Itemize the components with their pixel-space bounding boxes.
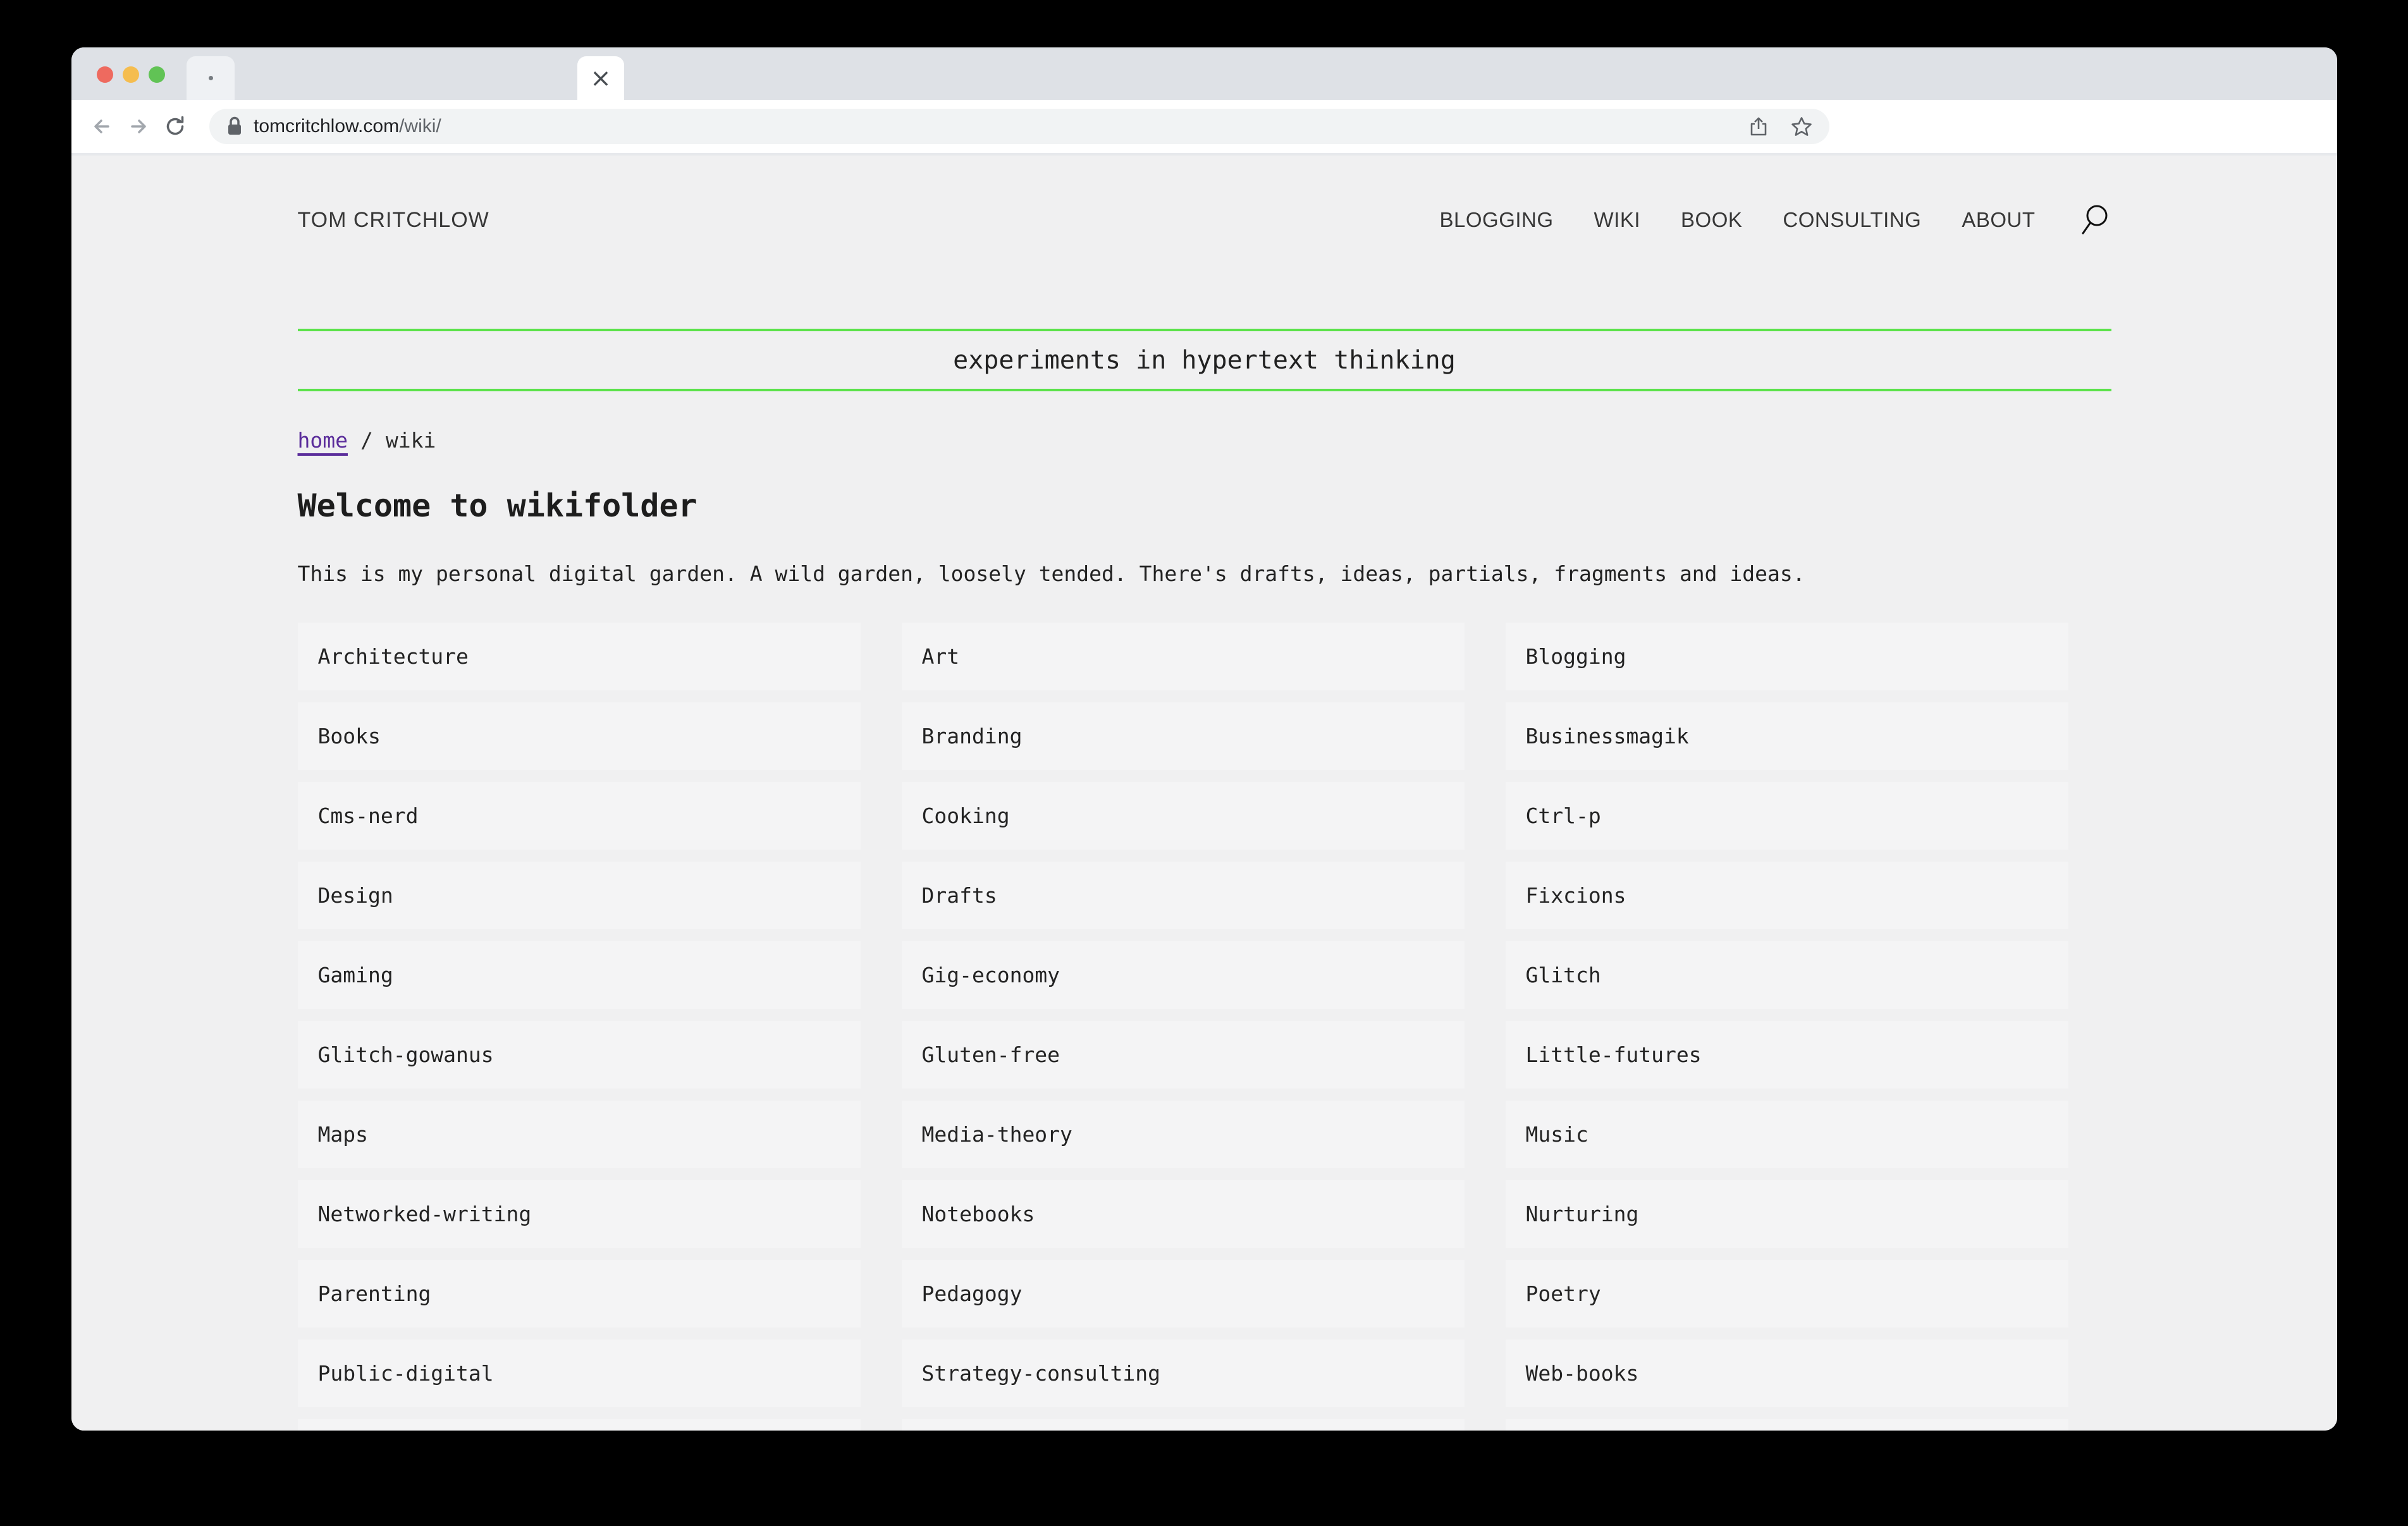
site-tagline-banner: experiments in hypertext thinking: [297, 329, 2111, 391]
nav-link[interactable]: ABOUT: [1962, 208, 2035, 232]
wiki-folder-card[interactable]: Cooking: [901, 782, 1465, 850]
wiki-folder-card[interactable]: Drafts: [901, 862, 1465, 929]
wiki-folder-card[interactable]: Gluten-free: [901, 1021, 1465, 1089]
nav-link[interactable]: CONSULTING: [1783, 208, 1921, 232]
nav-link[interactable]: BOOK: [1681, 208, 1742, 232]
wiki-folder-card[interactable]: Media-theory: [901, 1101, 1465, 1168]
wiki-folder-card[interactable]: Businessmagik: [1505, 702, 2068, 770]
page-title: Welcome to wikifolder: [297, 487, 697, 524]
breadcrumb-separator: /: [360, 428, 373, 453]
breadcrumb: home / wiki: [298, 428, 2111, 453]
wiki-folder-card[interactable]: Glitch-gowanus: [297, 1021, 861, 1089]
wiki-folder-card[interactable]: Gig-economy: [901, 941, 1465, 1009]
wiki-folder-card[interactable]: Design: [297, 862, 861, 929]
wiki-folder-card-partial[interactable]: [901, 1419, 1465, 1431]
url-path: /wiki/: [399, 116, 441, 137]
wiki-folder-card[interactable]: Strategy-consulting: [901, 1340, 1465, 1407]
wiki-folder-grid: Architecture Art Blogging Books Branding Busi…: [297, 623, 2111, 1431]
site-logo[interactable]: TOM CRITCHLOW: [298, 208, 489, 233]
page-viewport: TOM CRITCHLOW BLOGGING WIKI BOOK CONSULTING…: [71, 156, 2337, 1431]
reload-icon[interactable]: [163, 114, 188, 139]
wiki-folder-card-partial[interactable]: [297, 1419, 861, 1431]
breadcrumb-current: wiki: [385, 428, 436, 453]
minimize-window-button[interactable]: [123, 66, 139, 83]
search-button[interactable]: [2076, 202, 2111, 238]
wiki-folder-card[interactable]: Blogging: [1505, 623, 2068, 690]
wiki-folder-card[interactable]: Gaming: [297, 941, 861, 1009]
bookmark-star-icon[interactable]: [1790, 115, 1813, 138]
close-tab-icon[interactable]: ×: [590, 66, 611, 91]
browser-tab-inactive[interactable]: [187, 56, 235, 100]
share-icon[interactable]: [1747, 115, 1770, 138]
wiki-folder-card[interactable]: Fixcions: [1505, 862, 2068, 929]
address-bar[interactable]: tomcritchlow.com/wiki/: [209, 109, 1829, 144]
intro-paragraph: This is my personal digital garden. A wi…: [297, 561, 1805, 586]
wiki-folder-card[interactable]: Nurturing: [1505, 1180, 2068, 1248]
forward-icon[interactable]: [126, 114, 151, 139]
tab-strip: ×: [71, 47, 2337, 100]
browser-tab-active[interactable]: ×: [577, 56, 624, 100]
wiki-folder-card[interactable]: Little-futures: [1505, 1021, 2068, 1089]
url-text: tomcritchlow.com/wiki/: [254, 116, 441, 137]
wiki-folder-card[interactable]: Art: [901, 623, 1465, 690]
favicon-dot-icon: [208, 76, 213, 80]
wiki-folder-card[interactable]: Public-digital: [297, 1340, 861, 1407]
close-window-button[interactable]: [97, 66, 113, 83]
wiki-folder-card[interactable]: Glitch: [1505, 941, 2068, 1009]
search-icon: [2082, 205, 2107, 235]
wiki-folder-card[interactable]: Notebooks: [901, 1180, 1465, 1248]
back-icon[interactable]: [89, 114, 114, 139]
traffic-lights: [97, 66, 165, 83]
nav-link[interactable]: WIKI: [1594, 208, 1641, 232]
browser-toolbar: tomcritchlow.com/wiki/: [71, 100, 2337, 153]
wiki-folder-card[interactable]: Branding: [901, 702, 1465, 770]
wiki-folder-card[interactable]: Web-books: [1505, 1340, 2068, 1407]
wiki-folder-card[interactable]: Cms-nerd: [297, 782, 861, 850]
site-nav: BLOGGING WIKI BOOK CONSULTING ABOUT: [1440, 202, 2111, 238]
wiki-folder-card[interactable]: Books: [297, 702, 861, 770]
wiki-folder-card[interactable]: Pedagogy: [901, 1260, 1465, 1328]
wiki-folder-card[interactable]: Ctrl-p: [1505, 782, 2068, 850]
lock-icon: [228, 116, 241, 135]
wiki-folder-card[interactable]: Maps: [297, 1101, 861, 1168]
wiki-folder-card[interactable]: Music: [1505, 1101, 2068, 1168]
nav-link[interactable]: BLOGGING: [1440, 208, 1554, 232]
browser-window: × tomcritchlow.com/wiki/ TOM CRITCHLOW B…: [71, 47, 2337, 1431]
site-header: TOM CRITCHLOW BLOGGING WIKI BOOK CONSULTING…: [298, 187, 2111, 253]
wiki-folder-card[interactable]: Parenting: [297, 1260, 861, 1328]
breadcrumb-home-link[interactable]: home: [298, 428, 348, 453]
wiki-folder-card[interactable]: Architecture: [297, 623, 861, 690]
wiki-folder-card-partial[interactable]: [1505, 1419, 2068, 1431]
url-domain: tomcritchlow.com: [254, 116, 400, 137]
wiki-folder-card[interactable]: Poetry: [1505, 1260, 2068, 1328]
wiki-folder-card[interactable]: Networked-writing: [297, 1180, 861, 1248]
maximize-window-button[interactable]: [149, 66, 165, 83]
